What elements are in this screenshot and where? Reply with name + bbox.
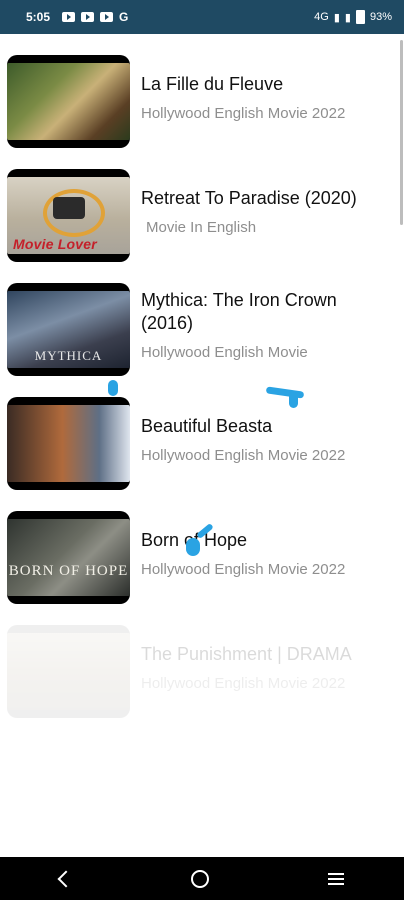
network-label: 4G [314,11,329,23]
status-bar: 5:05 G 4G ▮ ▮ 93% [0,0,404,34]
movie-title: Born of Hope [141,530,248,550]
status-time: 5:05 [26,10,51,24]
list-item[interactable]: Movie Lover Retreat To Paradise (2020) M… [0,169,390,263]
movie-thumbnail[interactable] [7,55,130,148]
movie-thumbnail[interactable] [7,397,130,490]
movie-thumbnail[interactable]: MYTHICA [7,283,130,376]
navigation-bar [0,857,404,900]
touch-indicator [108,380,118,396]
movie-poster-image [7,405,130,482]
google-icon: G [119,10,129,24]
poster-caption: MYTHICA [34,348,103,363]
movie-subtitle: Hollywood English Movie [141,344,308,361]
battery-icon [355,10,365,24]
home-icon[interactable] [190,869,209,888]
movie-subtitle: Hollywood English Movie 2022 [141,675,346,692]
movie-subtitle: Hollywood English Movie 2022 [141,447,346,464]
movie-poster-image: BORN OF HOPE [7,519,130,596]
list-item[interactable]: The Punishment | DRAMA Hollywood English… [0,625,390,719]
back-icon[interactable] [57,870,75,887]
signal-icon: ▮ [344,11,351,24]
menu-icon[interactable] [328,872,345,885]
poster-logo-text: Movie Lover [13,236,97,252]
camera-icon [53,197,85,219]
movie-subtitle: Movie In English [146,219,257,236]
list-item[interactable]: La Fille du Fleuve Hollywood English Mov… [0,55,390,149]
movie-poster-image [7,63,130,140]
movie-thumbnail[interactable]: Movie Lover [7,169,130,262]
signal-icon: ▮ [333,11,340,24]
battery-level: 93% [369,11,392,23]
movie-title: The Punishment | DRAMA [141,644,352,664]
movie-title: Retreat To Paradise (2020) [141,188,357,208]
status-right: 4G ▮ ▮ 93% [314,10,392,24]
movie-poster-image: Movie Lover [7,177,130,254]
movie-subtitle: Hollywood English Movie 2022 [141,561,346,578]
touch-indicator [289,392,298,408]
list-item[interactable]: BORN OF HOPE Born of Hope Hollywood Engl… [0,511,390,605]
movie-title: Mythica: The Iron Crown (2016) [141,290,337,333]
poster-caption: BORN OF HOPE [8,563,129,579]
scrollbar[interactable] [400,40,403,225]
movie-subtitle: Hollywood English Movie 2022 [141,105,346,122]
youtube-icon [62,12,76,22]
movie-poster-image [7,633,130,710]
touch-indicator [186,538,200,556]
youtube-icon [81,12,95,22]
list-item[interactable]: Beautiful Beasta Hollywood English Movie… [0,397,390,491]
movie-title: Beautiful Beasta [141,416,273,436]
movie-thumbnail[interactable]: BORN OF HOPE [7,511,130,604]
list-item[interactable]: MYTHICA Mythica: The Iron Crown (2016) H… [0,283,390,377]
status-left: 5:05 G [26,10,128,24]
youtube-icon [100,12,114,22]
movie-thumbnail[interactable] [7,625,130,718]
movie-poster-image: MYTHICA [7,291,130,368]
movie-title: La Fille du Fleuve [141,74,284,94]
